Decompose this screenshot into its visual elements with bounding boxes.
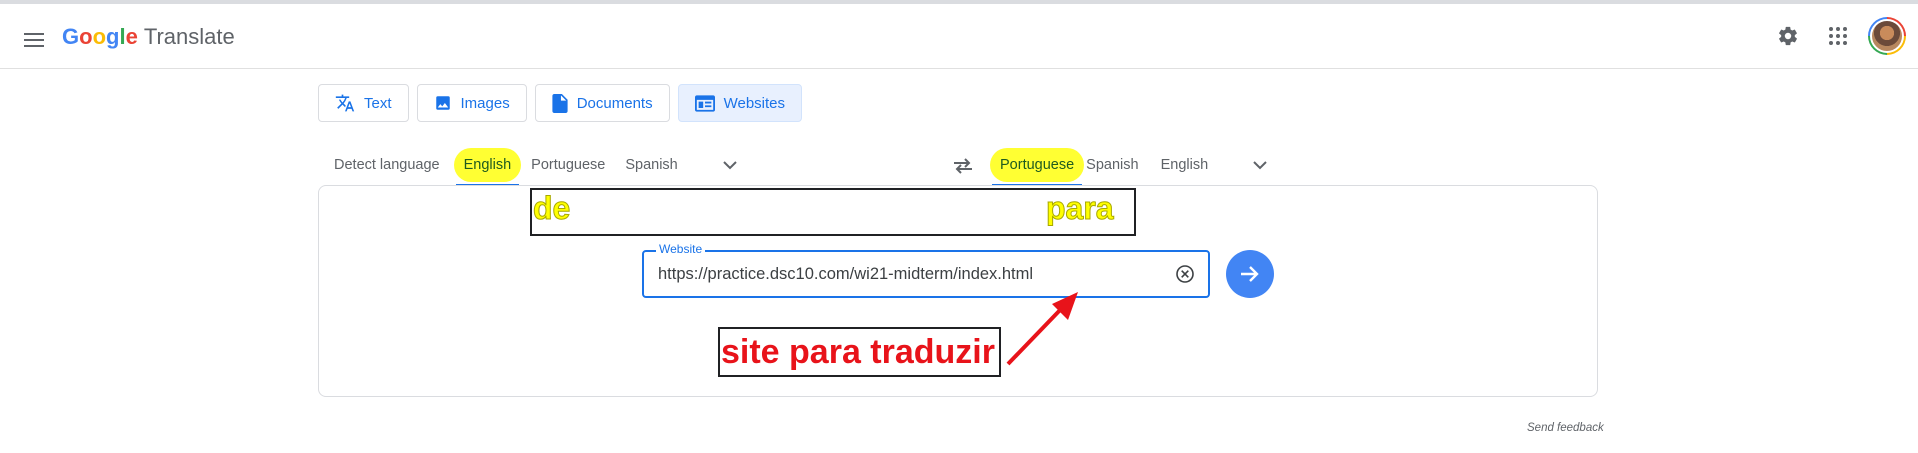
tab-text[interactable]: Text [318,84,409,122]
target-lang-spanish[interactable]: Spanish [1078,144,1146,186]
tab-websites[interactable]: Websites [677,84,803,122]
lang-label: Portuguese [531,157,606,173]
tab-images[interactable]: Images [416,84,527,122]
translate-icon [335,94,355,112]
annotation-from-label: de [532,190,571,227]
document-icon [552,93,568,113]
app-bar: Google Translate [0,4,1918,69]
tab-images-label: Images [460,94,510,112]
avatar-photo [1870,19,1904,53]
send-feedback-link[interactable]: Send feedback [1527,422,1604,434]
source-lang-portuguese[interactable]: Portuguese [523,144,613,186]
lang-label: English [1160,157,1209,173]
tab-documents[interactable]: Documents [534,84,670,122]
avatar[interactable] [1868,17,1906,55]
product-name: Translate [143,24,235,49]
source-language-bar: Detect language English Portuguese Spani… [326,144,750,186]
tab-documents-label: Documents [576,94,653,112]
lang-label: Detect language [334,157,440,173]
tab-text-label: Text [364,94,392,112]
annotation-to-label: para [1046,190,1115,227]
logo-letter: g [106,24,120,49]
google-translate-logo[interactable]: Google Translate [62,24,235,50]
swap-icon [954,158,972,174]
settings-icon[interactable] [1768,16,1808,56]
annotation-arrow [1006,292,1078,366]
website-field: Website [642,242,1210,298]
source-lang-spanish[interactable]: Spanish [617,144,685,186]
chevron-down-icon [723,160,737,169]
lang-label: Portuguese [1000,157,1075,173]
lang-label: Spanish [625,157,678,173]
swap-languages-button[interactable] [943,146,983,186]
website-icon [694,94,715,112]
source-more-languages[interactable] [710,145,750,185]
target-more-languages[interactable] [1240,145,1280,185]
clear-url-button[interactable] [1170,259,1200,289]
tab-websites-label: Websites [723,94,786,112]
source-lang-detect[interactable]: Detect language [326,144,448,186]
apps-icon[interactable] [1818,16,1858,56]
lang-label: English [463,157,512,173]
close-circle-icon [1176,265,1194,283]
source-lang-english[interactable]: English [453,144,521,186]
chevron-down-icon [1253,160,1267,169]
logo-letter: o [79,24,93,49]
lang-label: Spanish [1086,157,1139,173]
menu-icon[interactable] [14,20,54,60]
image-icon [435,96,450,110]
annotation-site-label: site para traduzir [721,333,995,371]
target-lang-portuguese[interactable]: Portuguese [989,144,1085,186]
arrow-right-icon [1241,266,1259,282]
logo-letter: o [92,24,107,49]
target-language-bar: Portuguese Spanish English [989,144,1280,186]
target-lang-english[interactable]: English [1153,144,1217,186]
google-wordmark: Google [62,24,138,50]
logo-letter: e [125,24,138,49]
logo-letter: G [62,24,80,49]
mode-tabs: Text Images Documents Websites [318,84,803,122]
translate-website-button[interactable] [1226,250,1274,298]
